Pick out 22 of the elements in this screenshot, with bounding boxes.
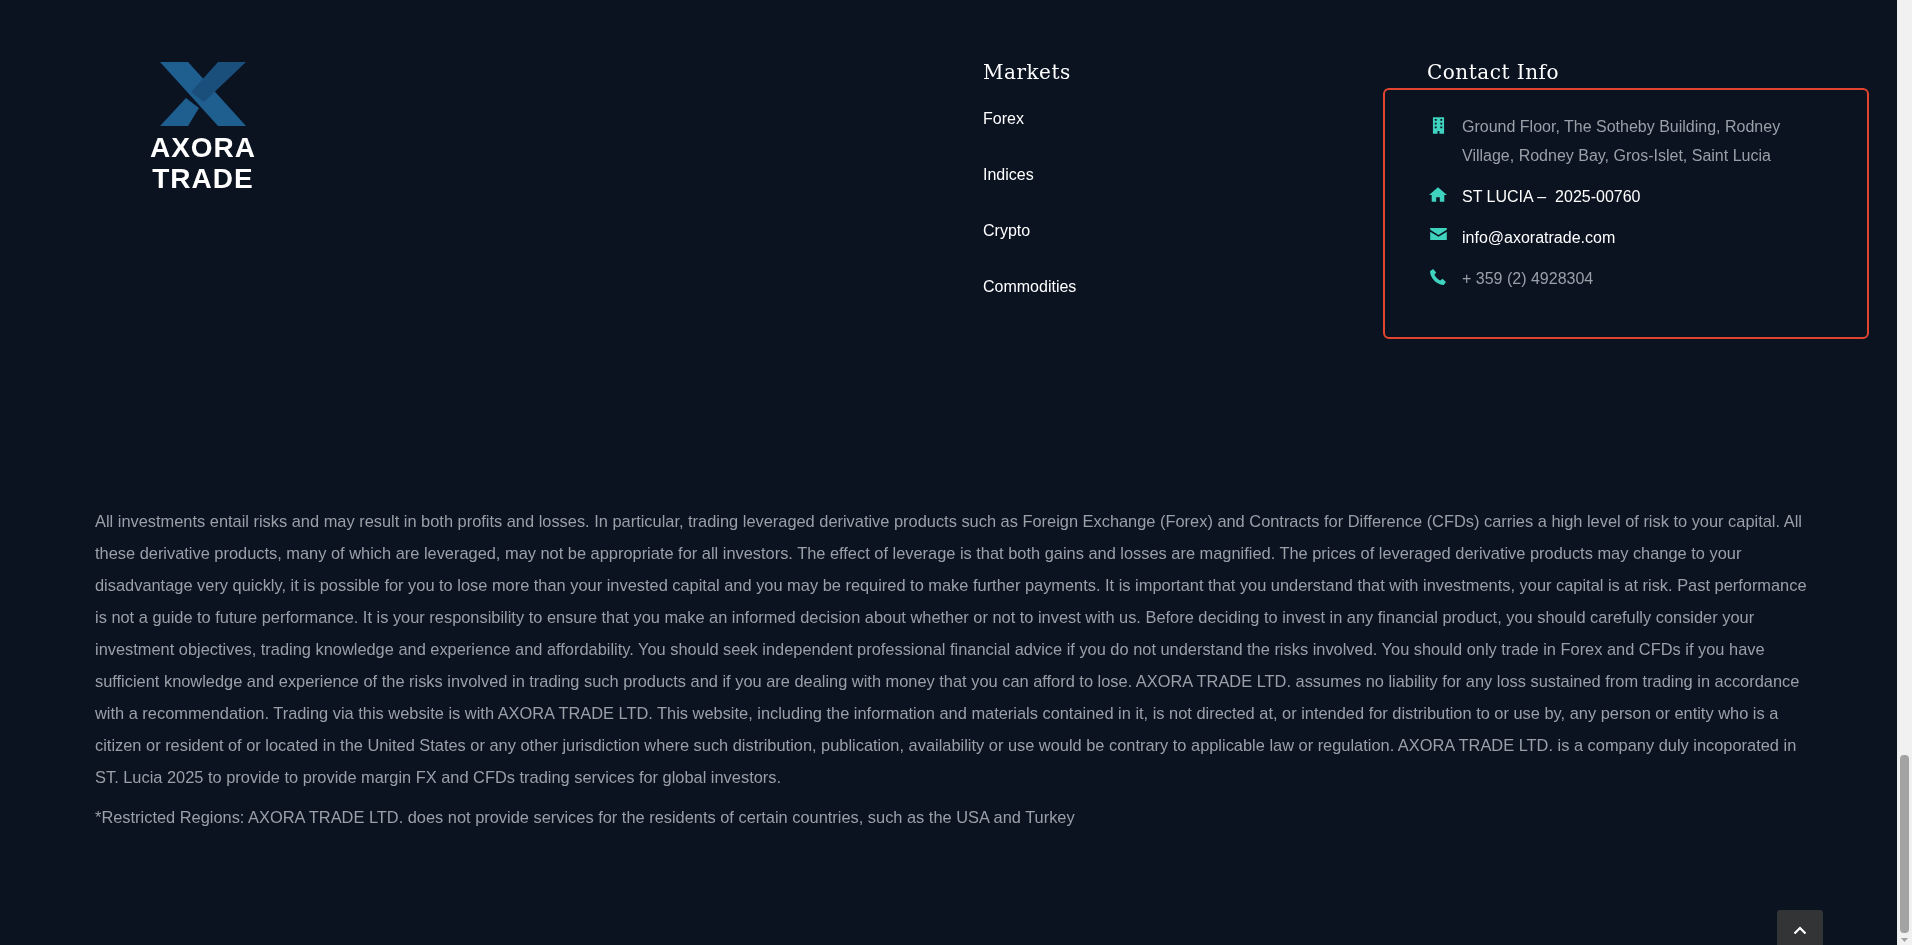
x-logo-icon <box>160 62 246 126</box>
scrollbar[interactable] <box>1897 0 1912 945</box>
registration-number: ST LUCIA – 2025-00760 <box>1462 187 1641 207</box>
logo-text: TRADE <box>152 163 254 194</box>
footer-link[interactable]: Indices <box>983 165 1034 185</box>
phone-icon <box>1430 269 1446 285</box>
footer-link[interactable]: Crypto <box>983 221 1031 241</box>
disclaimer-paragraph: All investments entail risks and may result in both profits and losses. In particular, trading leveraged derivative products such as Foreign Exchange (Forex) and Contracts for Difference (CFDs) carries a high level of risk to your capital. All these derivative products, many of which are leveraged, may not be appropriate for all investors. The effect of leverage is that both gains and losses are magnified. The prices of leveraged derivative products may change to your disadvantage very quickly, it is possible for you to lose more than your invested capital and you may be required to make further payments. It is important that you understand that with investments, your capital is at risk. Past performance is not a guide to future performance. It is your responsibility to ensure that you make an informed decision about whether or not to invest with us. Before deciding to invest in any financial product, you should carefully consider your investment objectives, trading knowledge and experience and affordability. You should seek independent professional financial advice if you do not understand the risks involved. You should only trade in Forex and CFDs if you have sufficient knowledge and experience of the risks involved in trading such products and if you are dealing with money that you can afford to lose. AXORA TRADE LTD. assumes no liability for any loss sustained from trading in accordance with a recommendation. Trading via this website is with AXORA TRADE LTD. This website, including the information and materials contained in it, is not directed at, or intended for distribution to or use by, any person or entity who is a citizen or resident of or located in the United States or any other jurisdiction where such distribution, publication, availability or use would be contrary to applicable law or regulation. AXORA TRADE LTD. is a company duly incoporated in ST. Lucia 2025 to provide to provide margin FX and CFDs trading services for global investors. <box>95 511 1808 788</box>
logo-text: AXORA <box>149 132 257 163</box>
section-heading: Markets <box>983 59 1071 85</box>
chevron-up-icon <box>1793 925 1807 935</box>
contact-address: Ground Floor, The Sotheby Building, Rodney Village, Rodney Bay, Gros-Islet, Saint Lucia <box>1462 117 1782 166</box>
scroll-to-top-button[interactable] <box>1777 910 1823 945</box>
section-heading: Contact Info <box>1427 59 1560 85</box>
envelope-icon <box>1429 228 1447 240</box>
footer-link[interactable]: Commodities <box>983 277 1077 297</box>
building-icon <box>1431 117 1445 134</box>
disclaimer-paragraph: *Restricted Regions: AXORA TRADE LTD. does not provide services for the residents of certain countries, such as the USA and Turkey <box>95 807 1076 828</box>
email-link[interactable]: info@axoratrade.com <box>1462 223 1616 252</box>
home-icon <box>1429 187 1447 202</box>
footer-link[interactable]: Forex <box>983 109 1024 129</box>
phone-number: + 359 (2) 4928304 <box>1462 269 1594 289</box>
